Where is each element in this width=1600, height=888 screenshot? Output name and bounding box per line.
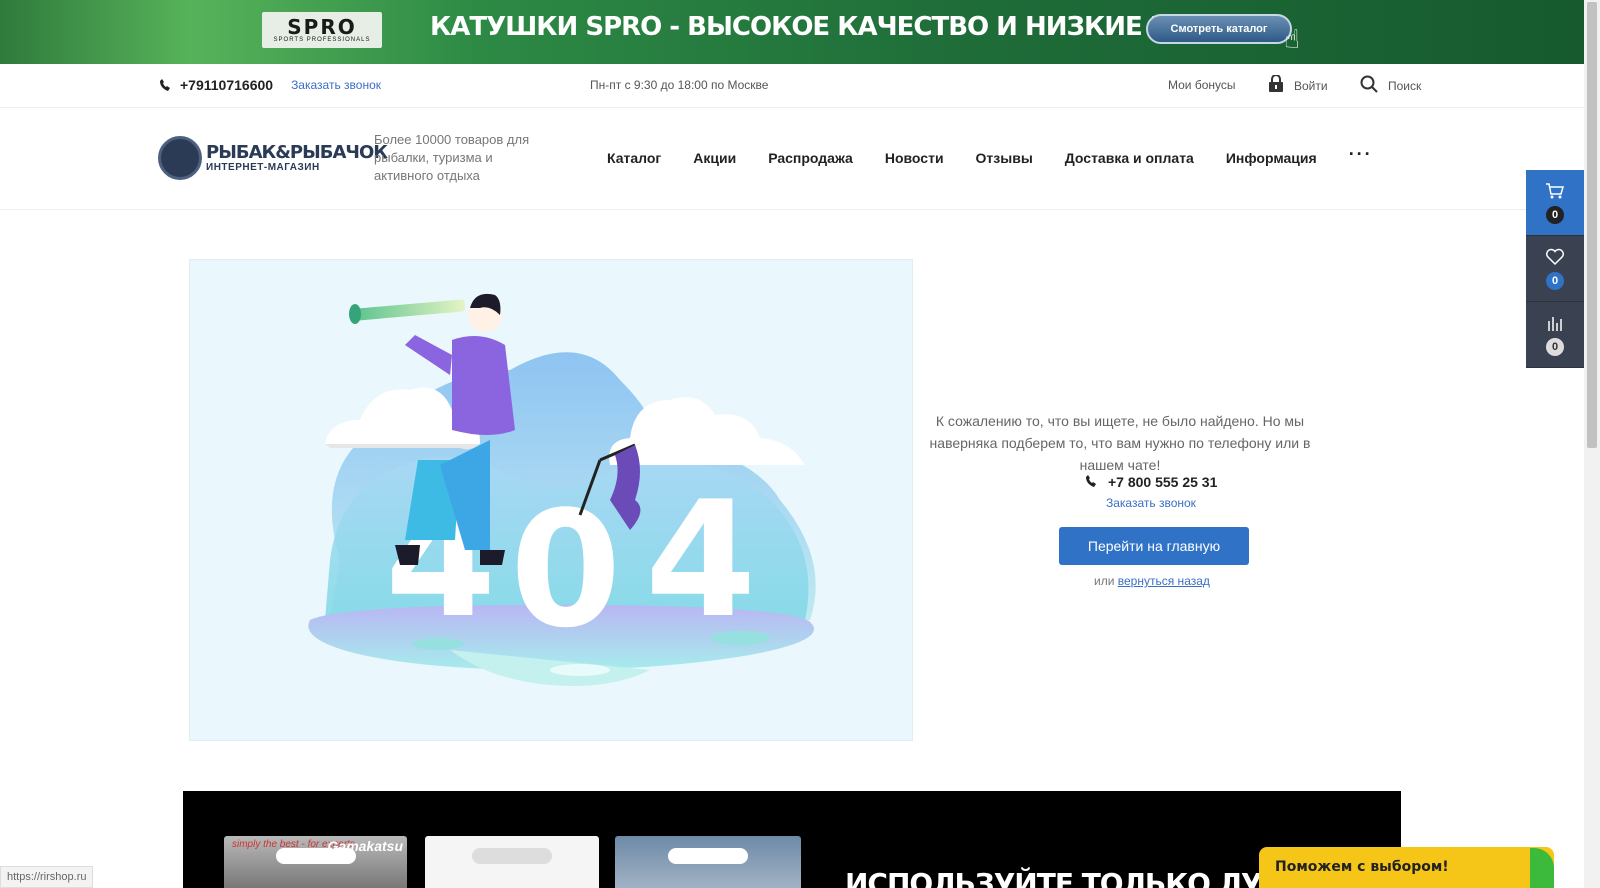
site-header: РЫБАК&РЫБАЧОК ИНТЕРНЕТ-МАГАЗИН Более 100… [0, 108, 1584, 210]
page: SPRO SPORTS PROFESSIONALS КАТУШКИ SPRO -… [0, 0, 1600, 888]
promo-title: КАТУШКИ SPRO - ВЫСОКОЕ КАЧЕСТВО И НИЗКИЕ… [430, 12, 1237, 42]
site-tagline: Более 10000 товаров для рыбалки, туризма… [374, 132, 530, 183]
go-home-button[interactable]: Перейти на главную [1059, 527, 1249, 565]
product-image-2 [425, 836, 599, 888]
search-icon [1360, 75, 1378, 96]
product-image-3 [615, 836, 801, 888]
help-widget[interactable]: Поможем с выбором! [1259, 847, 1554, 888]
nav-more-icon[interactable]: ··· [1349, 144, 1373, 166]
working-hours: Пн-пт с 9:30 до 18:00 по Москве [590, 78, 769, 92]
top-phone-number[interactable]: +79110716600 [180, 77, 273, 93]
logo-emblem [158, 136, 202, 180]
bottom-promo-banner[interactable]: simply the best - for experts Gamakatsu … [183, 791, 1401, 888]
favorites-count-badge: 0 [1546, 271, 1564, 290]
phone-icon [1086, 474, 1096, 490]
promo-banner[interactable]: SPRO SPORTS PROFESSIONALS КАТУШКИ SPRO -… [0, 0, 1584, 64]
go-back-link[interactable]: вернуться назад [1118, 574, 1210, 588]
nav-delivery[interactable]: Доставка и оплата [1065, 150, 1194, 166]
help-phone: +7 800 555 25 31 [1086, 474, 1217, 490]
go-back-line: или вернуться назад [1094, 574, 1210, 588]
side-cart[interactable]: 0 [1526, 170, 1584, 236]
spro-logo-sub: SPORTS PROFESSIONALS [273, 37, 371, 43]
code-digit-0: 0 [510, 476, 621, 663]
not-found-illustration: 4 0 4 [189, 259, 913, 741]
nav-reviews[interactable]: Отзывы [976, 150, 1033, 166]
spro-logo: SPRO SPORTS PROFESSIONALS [262, 12, 382, 48]
help-widget-label: Поможем с выбором! [1275, 859, 1449, 875]
side-compare[interactable]: 0 [1526, 302, 1584, 368]
search-link[interactable]: Поиск [1360, 75, 1421, 96]
nav-catalog[interactable]: Каталог [607, 150, 661, 166]
top-callback-link[interactable]: Заказать звонок [291, 78, 381, 92]
logo-subtitle: ИНТЕРНЕТ-МАГАЗИН [206, 161, 320, 173]
login-link[interactable]: Войти [1268, 74, 1328, 96]
main-nav: Каталог Акции Распродажа Новости Отзывы … [607, 144, 1405, 166]
site-logo[interactable]: РЫБАК&РЫБАЧОК ИНТЕРНЕТ-МАГАЗИН [158, 136, 388, 180]
scrollbar-thumb[interactable] [1587, 2, 1597, 448]
compare-chart-icon [1545, 314, 1565, 332]
nav-promotions[interactable]: Акции [693, 150, 736, 166]
search-label: Поиск [1388, 78, 1422, 93]
nav-news[interactable]: Новости [885, 150, 944, 166]
lock-icon [1268, 74, 1284, 96]
product1-brand: Gamakatsu [327, 838, 403, 854]
logo-title: РЫБАК&РЫБАЧОК [206, 141, 388, 163]
heart-icon [1545, 248, 1565, 266]
help-callback-link[interactable]: Заказать звонок [1106, 496, 1196, 510]
spro-logo-main: SPRO [287, 15, 357, 39]
login-label: Войти [1294, 78, 1328, 93]
pointer-hand-icon: ☝ [1284, 24, 1300, 54]
not-found-message: К сожалению то, что вы ищете, не было на… [929, 413, 1311, 473]
help-phone-number[interactable]: +7 800 555 25 31 [1108, 474, 1217, 490]
page-scrollbar[interactable] [1584, 0, 1600, 888]
code-digit-4b: 4 [645, 466, 756, 653]
side-favorites[interactable]: 0 [1526, 236, 1584, 302]
cart-count-badge: 0 [1546, 205, 1564, 224]
cart-icon [1545, 182, 1565, 200]
catalog-button[interactable]: Смотреть каталог [1146, 14, 1292, 44]
top-bar: +79110716600 Заказать звонок Пн-пт с 9:3… [0, 64, 1584, 108]
go-back-prefix: или [1094, 574, 1115, 588]
status-url: https://rirshop.ru [0, 866, 94, 888]
side-panel: 0 0 0 [1526, 170, 1584, 368]
phone-icon [160, 79, 170, 91]
product-image-1: simply the best - for experts Gamakatsu [224, 836, 407, 888]
my-bonuses-link[interactable]: Мои бонусы [1168, 78, 1236, 92]
nav-sale[interactable]: Распродажа [768, 150, 853, 166]
compare-count-badge: 0 [1546, 337, 1564, 356]
top-phone: +79110716600 Заказать звонок [160, 77, 381, 93]
nav-info[interactable]: Информация [1226, 150, 1317, 166]
